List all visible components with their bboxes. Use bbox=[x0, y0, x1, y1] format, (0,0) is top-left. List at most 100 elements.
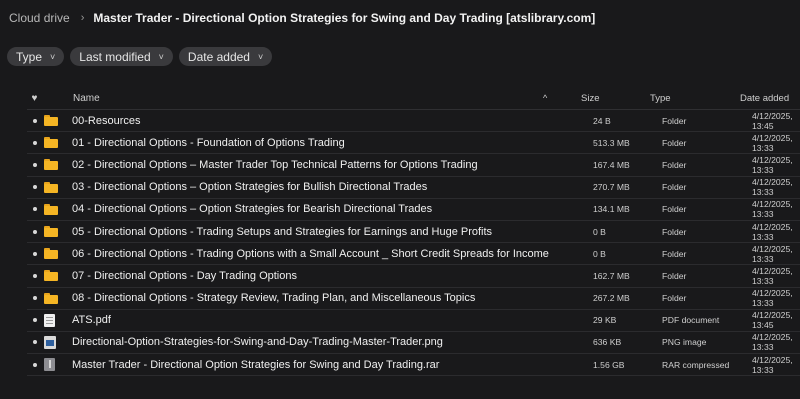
file-size: 167.4 MB bbox=[593, 159, 630, 170]
table-row[interactable]: image-file-iconDirectional-Option-Strate… bbox=[27, 332, 800, 355]
file-name[interactable]: 05 - Directional Options - Trading Setup… bbox=[72, 226, 555, 238]
row-bullet bbox=[32, 185, 37, 190]
filter-bar: Type ˅ Last modified ˅ Date added ˅ bbox=[7, 47, 273, 66]
file-name[interactable]: Master Trader - Directional Option Strat… bbox=[72, 359, 555, 371]
row-bullet bbox=[32, 229, 37, 234]
file-size: 0 B bbox=[593, 248, 606, 259]
file-type: Folder bbox=[662, 182, 687, 193]
file-type: Folder bbox=[662, 137, 687, 148]
file-date-added: 4/12/2025, 13:33 bbox=[752, 288, 793, 309]
file-date-added: 4/12/2025, 13:33 bbox=[752, 265, 793, 286]
file-name[interactable]: 04 - Directional Options – Option Strate… bbox=[72, 203, 555, 215]
file-table: ♥ Name ^ Size Type Date added folder-ico… bbox=[27, 87, 800, 377]
file-name[interactable]: 03 - Directional Options – Option Strate… bbox=[72, 181, 555, 193]
chevron-down-icon: ˅ bbox=[158, 51, 164, 62]
folder-icon bbox=[44, 270, 58, 282]
folder-icon bbox=[44, 115, 58, 127]
file-type: Folder bbox=[662, 293, 687, 304]
file-type: Folder bbox=[662, 159, 687, 170]
filter-label: Date added bbox=[187, 49, 250, 64]
file-date-added: 4/12/2025, 13:33 bbox=[752, 354, 793, 375]
file-size: 1.56 GB bbox=[593, 359, 625, 370]
file-size: 0 B bbox=[593, 226, 606, 237]
row-bullet bbox=[32, 251, 37, 256]
folder-icon bbox=[44, 226, 58, 238]
file-size: 162.7 MB bbox=[593, 270, 630, 281]
file-size: 267.2 MB bbox=[593, 293, 630, 304]
chevron-down-icon: ˅ bbox=[257, 51, 264, 62]
table-row[interactable]: folder-icon08 - Directional Options - St… bbox=[27, 288, 800, 310]
filter-type[interactable]: Type ˅ bbox=[7, 47, 65, 66]
table-row[interactable]: folder-icon00-Resources24 BFolder4/12/20… bbox=[27, 110, 800, 133]
archive-file-icon bbox=[44, 358, 55, 372]
file-size: 636 KB bbox=[593, 337, 622, 348]
row-bullet bbox=[32, 118, 37, 123]
file-date-added: 4/12/2025, 13:45 bbox=[752, 310, 793, 331]
file-type: PNG image bbox=[662, 337, 707, 348]
file-name[interactable]: 00-Resources bbox=[72, 115, 555, 127]
table-row[interactable]: folder-icon05 - Directional Options - Tr… bbox=[27, 221, 800, 244]
file-name[interactable]: Directional-Option-Strategies-for-Swing-… bbox=[72, 336, 555, 348]
file-type: Folder bbox=[662, 226, 687, 237]
file-type: Folder bbox=[662, 270, 687, 281]
file-date-added: 4/12/2025, 13:33 bbox=[752, 132, 793, 153]
folder-icon bbox=[44, 248, 58, 260]
file-name[interactable]: 01 - Directional Options - Foundation of… bbox=[72, 137, 555, 149]
column-size[interactable]: Size bbox=[581, 93, 650, 104]
file-name[interactable]: 02 - Directional Options – Master Trader… bbox=[72, 159, 555, 171]
table-row[interactable]: folder-icon02 - Directional Options – Ma… bbox=[27, 154, 800, 177]
filter-label: Last modified bbox=[79, 49, 151, 64]
file-size: 29 KB bbox=[593, 315, 617, 326]
chevron-down-icon: ˅ bbox=[50, 51, 56, 62]
file-type: Folder bbox=[662, 115, 687, 126]
file-date-added: 4/12/2025, 13:33 bbox=[752, 221, 793, 242]
chevron-right-icon: › bbox=[80, 12, 85, 24]
folder-icon bbox=[44, 159, 58, 171]
file-name[interactable]: ATS.pdf bbox=[72, 314, 555, 326]
breadcrumb-current: Master Trader - Directional Option Strat… bbox=[93, 11, 596, 25]
file-size: 270.7 MB bbox=[593, 182, 630, 193]
file-date-added: 4/12/2025, 13:33 bbox=[752, 199, 793, 220]
folder-icon bbox=[44, 137, 58, 149]
folder-icon bbox=[44, 181, 58, 193]
row-bullet bbox=[32, 207, 37, 212]
table-row[interactable]: folder-icon06 - Directional Options - Tr… bbox=[27, 243, 800, 266]
table-row[interactable]: archive-file-iconMaster Trader - Directi… bbox=[27, 354, 800, 377]
filter-label: Type bbox=[16, 49, 43, 64]
breadcrumb-root[interactable]: Cloud drive bbox=[9, 11, 70, 25]
row-bullet bbox=[32, 340, 37, 345]
filter-last-modified[interactable]: Last modified ˅ bbox=[70, 47, 173, 66]
file-size: 24 B bbox=[593, 115, 611, 126]
table-row[interactable]: folder-icon07 - Directional Options - Da… bbox=[27, 265, 800, 288]
filter-date-added[interactable]: Date added ˅ bbox=[178, 47, 273, 66]
column-date-added[interactable]: Date added bbox=[740, 93, 800, 104]
heart-icon[interactable]: ♥ bbox=[32, 93, 38, 104]
file-size: 134.1 MB bbox=[593, 204, 630, 215]
file-date-added: 4/12/2025, 13:33 bbox=[752, 177, 793, 198]
table-row[interactable]: pdf-file-iconATS.pdf29 KBPDF document4/1… bbox=[27, 310, 800, 332]
row-bullet bbox=[32, 362, 37, 367]
file-type: Folder bbox=[662, 248, 687, 259]
table-row[interactable]: folder-icon03 - Directional Options – Op… bbox=[27, 177, 800, 199]
file-date-added: 4/12/2025, 13:33 bbox=[752, 332, 793, 353]
file-type: PDF document bbox=[662, 315, 720, 326]
file-name[interactable]: 06 - Directional Options - Trading Optio… bbox=[72, 248, 555, 260]
row-bullet bbox=[32, 273, 37, 278]
breadcrumb: Cloud drive › Master Trader - Directiona… bbox=[9, 9, 595, 27]
column-name[interactable]: Name bbox=[72, 93, 543, 104]
pdf-file-icon bbox=[44, 313, 55, 327]
file-type: Folder bbox=[662, 204, 687, 215]
file-name[interactable]: 08 - Directional Options - Strategy Revi… bbox=[72, 292, 555, 304]
sort-ascending-icon[interactable]: ^ bbox=[543, 93, 581, 103]
table-header: ♥ Name ^ Size Type Date added bbox=[27, 87, 800, 110]
folder-icon bbox=[44, 203, 58, 215]
file-size: 513.3 MB bbox=[593, 137, 630, 148]
column-type[interactable]: Type bbox=[650, 93, 740, 104]
row-bullet bbox=[32, 318, 37, 323]
row-bullet bbox=[32, 162, 37, 167]
file-name[interactable]: 07 - Directional Options - Day Trading O… bbox=[72, 270, 555, 282]
table-row[interactable]: folder-icon04 - Directional Options – Op… bbox=[27, 199, 800, 221]
folder-icon bbox=[44, 292, 58, 304]
file-date-added: 4/12/2025, 13:33 bbox=[752, 154, 793, 175]
table-row[interactable]: folder-icon01 - Directional Options - Fo… bbox=[27, 132, 800, 155]
